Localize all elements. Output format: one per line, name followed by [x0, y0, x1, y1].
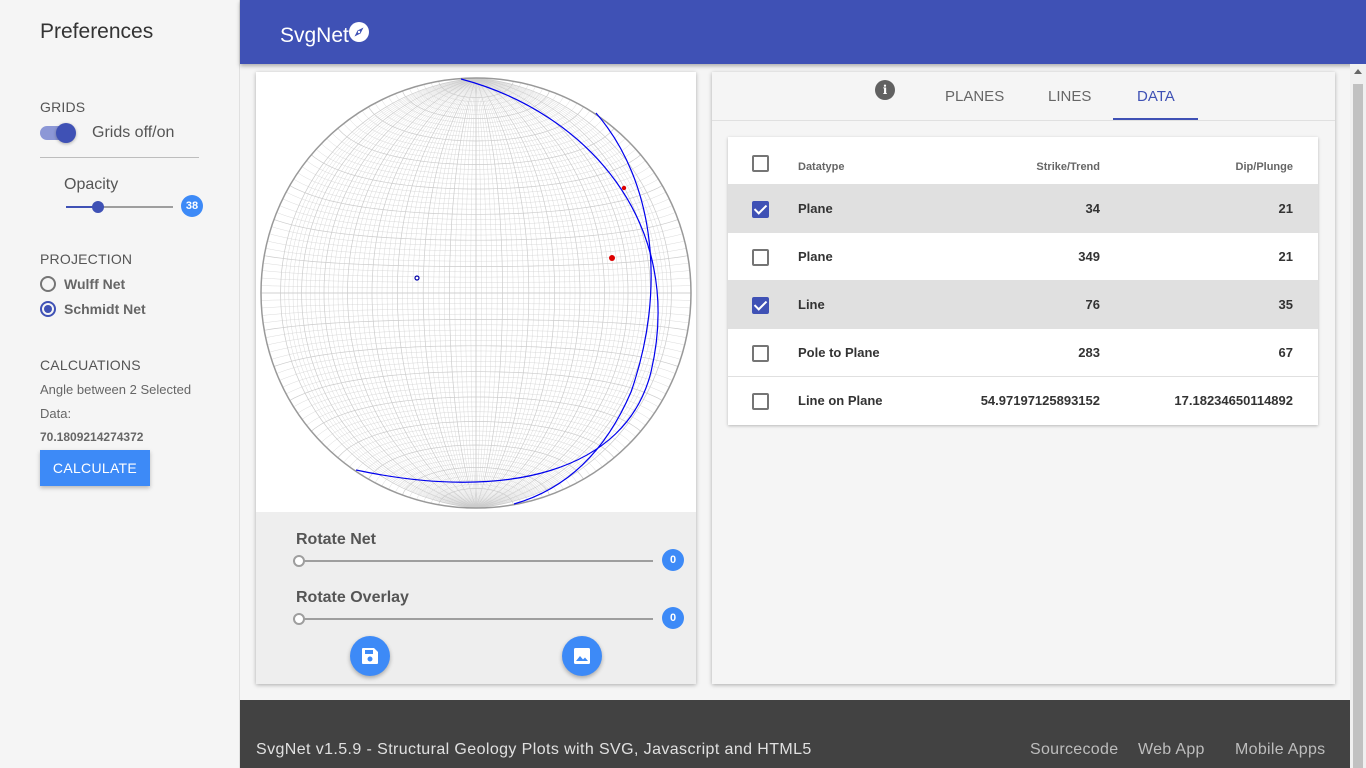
stereonet-card: Rotate Net 0 Rotate Overlay 0 — [256, 72, 696, 684]
cell-dip-plunge: 35 — [1278, 297, 1293, 312]
grids-toggle-label: Grids off/on — [92, 124, 175, 141]
rotate-net-label: Rotate Net — [296, 531, 377, 548]
app-header: SvgNet — [240, 0, 1366, 64]
grids-heading: GRIDS — [40, 99, 86, 115]
row-checkbox[interactable] — [752, 345, 769, 362]
toggle-knob — [56, 123, 76, 143]
sidebar-divider — [40, 157, 199, 158]
opacity-label: Opacity — [64, 176, 119, 193]
tab-divider — [712, 120, 1335, 121]
tab-bar: i PLANES LINES DATA — [712, 72, 1335, 120]
radio-circle — [40, 276, 56, 292]
footer-link-mobile-apps[interactable]: Mobile Apps — [1235, 741, 1325, 759]
grids-toggle[interactable] — [40, 123, 76, 143]
net-grid — [261, 77, 691, 509]
save-button[interactable] — [350, 636, 390, 676]
page-scrollbar[interactable] — [1350, 64, 1366, 768]
rotate-net-value: 0 — [662, 549, 684, 571]
info-icon[interactable]: i — [875, 80, 895, 100]
row-checkbox[interactable] — [752, 393, 769, 410]
compass-icon — [349, 22, 369, 42]
data-panel: i PLANES LINES DATA Datatype Strike/Tren… — [712, 72, 1335, 684]
cell-strike-trend: 54.97197125893152 — [980, 393, 1100, 408]
header-strike-trend[interactable]: Strike/Trend — [1036, 159, 1100, 175]
export-image-button[interactable] — [562, 636, 602, 676]
slider-thumb[interactable] — [293, 555, 305, 567]
tab-lines[interactable]: LINES — [1048, 88, 1091, 105]
rotation-controls: Rotate Net 0 Rotate Overlay 0 — [256, 512, 696, 684]
opacity-slider[interactable] — [66, 197, 173, 217]
calc-result: 70.1809214274372 — [40, 430, 144, 444]
calc-description: Angle between 2 Selected — [40, 382, 192, 397]
calc-description-2: Data: — [40, 406, 72, 421]
sidebar-title: Preferences — [40, 20, 154, 43]
stereonet-plot[interactable] — [256, 72, 696, 512]
radio-schmidt-net[interactable]: Schmidt Net — [40, 301, 146, 317]
preferences-sidebar: Preferences GRIDS Grids off/on Opacity 3… — [0, 0, 240, 768]
footer-link-sourcecode[interactable]: Sourcecode — [1030, 741, 1118, 759]
radio-wulff-net[interactable]: Wulff Net — [40, 276, 125, 292]
footer-text: SvgNet v1.5.9 - Structural Geology Plots… — [256, 741, 812, 758]
cell-dip-plunge: 67 — [1278, 345, 1293, 360]
header-dip-plunge[interactable]: Dip/Plunge — [1236, 159, 1293, 175]
cell-dip-plunge: 21 — [1278, 201, 1293, 216]
cell-datatype: Pole to Plane — [798, 345, 880, 360]
cell-datatype: Line on Plane — [798, 393, 883, 408]
cell-strike-trend: 76 — [1085, 297, 1100, 312]
slider-thumb[interactable] — [92, 201, 105, 213]
opacity-value-badge: 38 — [181, 195, 203, 217]
tab-data[interactable]: DATA — [1137, 88, 1175, 105]
header-datatype[interactable]: Datatype — [798, 159, 844, 175]
row-checkbox[interactable] — [752, 201, 769, 218]
cell-dip-plunge: 21 — [1278, 249, 1293, 264]
scroll-up-arrow[interactable] — [1354, 69, 1362, 74]
slider-track — [293, 618, 653, 620]
radio-label: Schmidt Net — [64, 301, 146, 317]
rotate-overlay-value: 0 — [662, 607, 684, 629]
projection-heading: PROJECTION — [40, 251, 133, 267]
table-row[interactable]: Line 76 35 — [728, 281, 1318, 329]
brand-title: SvgNet — [280, 24, 349, 47]
row-checkbox[interactable] — [752, 297, 769, 314]
footer-link-web-app[interactable]: Web App — [1138, 741, 1205, 759]
select-all-checkbox[interactable] — [752, 155, 769, 172]
radio-label: Wulff Net — [64, 276, 126, 292]
cell-dip-plunge: 17.18234650114892 — [1174, 393, 1293, 408]
table-row[interactable]: Plane 349 21 — [728, 233, 1318, 281]
line-point[interactable] — [609, 255, 615, 261]
calculate-button[interactable]: CALCULATE — [40, 450, 150, 486]
calculations-heading: CALCUATIONS — [40, 357, 141, 373]
table-header-row: Datatype Strike/Trend Dip/Plunge — [728, 137, 1318, 185]
slider-thumb[interactable] — [293, 613, 305, 625]
rotate-net-slider[interactable] — [293, 551, 653, 571]
image-icon — [574, 648, 590, 664]
cell-datatype: Plane — [798, 201, 833, 216]
slider-track — [293, 560, 653, 562]
tab-planes[interactable]: PLANES — [945, 88, 1004, 105]
table-body: Plane 34 21 Plane 349 21 Line 76 35 Pole to Plane… — [728, 185, 1318, 425]
cell-strike-trend: 349 — [1078, 249, 1100, 264]
row-checkbox[interactable] — [752, 249, 769, 266]
page-footer: SvgNet v1.5.9 - Structural Geology Plots… — [240, 700, 1350, 768]
scroll-thumb[interactable] — [1353, 84, 1363, 768]
table-row[interactable]: Plane 34 21 — [728, 185, 1318, 233]
radio-circle — [40, 301, 56, 317]
save-icon — [362, 648, 378, 664]
table-row[interactable]: Pole to Plane 283 67 — [728, 329, 1318, 377]
rotate-overlay-slider[interactable] — [293, 609, 653, 629]
data-table: Datatype Strike/Trend Dip/Plunge Plane 34… — [728, 137, 1318, 425]
table-row[interactable]: Line on Plane 54.97197125893152 17.1823465… — [728, 377, 1318, 425]
cell-datatype: Plane — [798, 249, 833, 264]
cell-strike-trend: 34 — [1085, 201, 1100, 216]
pole-point[interactable] — [621, 185, 627, 191]
cell-datatype: Line — [798, 297, 825, 312]
cell-strike-trend: 283 — [1078, 345, 1100, 360]
rotate-overlay-label: Rotate Overlay — [296, 589, 409, 606]
